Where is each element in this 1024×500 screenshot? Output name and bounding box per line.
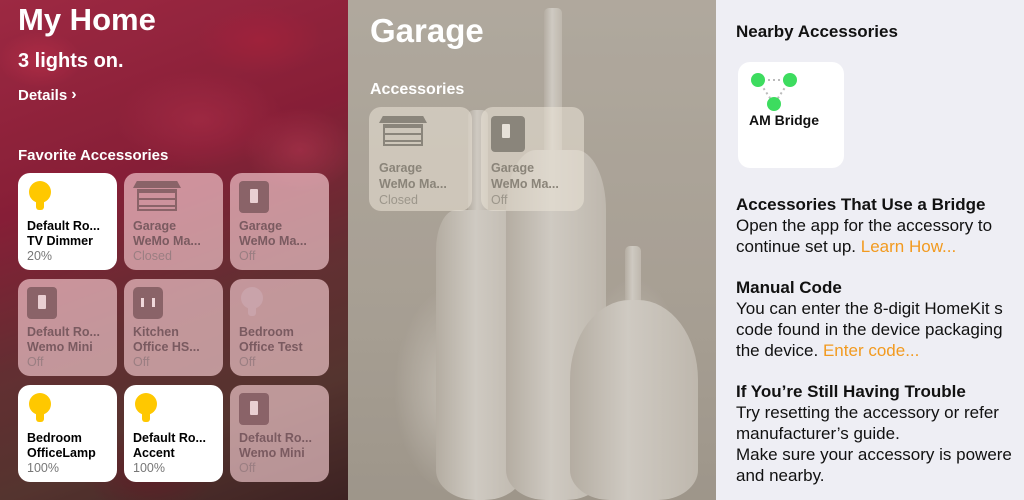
accessory-tile[interactable]: Bedroom OfficeLamp 100%: [18, 385, 117, 482]
tile-state: 100%: [133, 461, 165, 475]
nearby-accessories-title: Nearby Accessories: [736, 22, 898, 41]
tile-state: 20%: [27, 249, 53, 263]
body-text: and nearby.: [736, 466, 825, 485]
switch-icon: [239, 393, 269, 425]
am-bridge-card[interactable]: AM Bridge: [738, 62, 844, 168]
body-text: continue set up.: [736, 237, 857, 256]
section-heading: Accessories That Use a Bridge: [736, 195, 986, 214]
tile-name: Default Ro...: [27, 325, 100, 339]
accessories-heading: Accessories: [370, 81, 465, 98]
tile-name: Kitchen: [133, 325, 179, 339]
home-status-text: 3 lights on.: [18, 50, 124, 72]
tile-name-line2: WeMo Ma...: [133, 234, 201, 248]
body-text-line: the device. Enter code...: [736, 340, 1024, 361]
tile-name: Garage: [239, 219, 283, 233]
chevron-right-icon: ›: [71, 86, 77, 103]
trouble-section: If You’re Still Having Trouble Try reset…: [736, 381, 1024, 486]
accessory-tile[interactable]: Bedroom Office Test Off: [230, 279, 329, 376]
tile-name: Garage: [491, 161, 535, 175]
bulb-icon: [135, 393, 157, 422]
switch-icon: [239, 181, 269, 213]
accessory-tile[interactable]: Default Ro... Wemo Mini Off: [230, 385, 329, 482]
details-label: Details: [18, 86, 68, 104]
garage-door-icon: [133, 181, 181, 213]
tile-state: 100%: [27, 461, 59, 475]
accessory-tile[interactable]: Default Ro... Accent 100%: [124, 385, 223, 482]
enter-code-link[interactable]: Enter code...: [823, 341, 919, 360]
accessory-tile[interactable]: Default Ro... TV Dimmer 20%: [18, 173, 117, 270]
body-text: You can enter the 8-digit HomeKit s: [736, 299, 1003, 318]
body-text: code found in the device packaging: [736, 320, 1003, 339]
bridge-label: AM Bridge: [749, 112, 819, 128]
tile-state: Off: [239, 355, 256, 369]
my-home-panel: My Home 3 lights on. Details › Favorite …: [0, 0, 348, 500]
learn-how-link[interactable]: Learn How...: [861, 237, 956, 256]
body-text: Open the app for the accessory to: [736, 216, 993, 235]
background-overlay: [348, 0, 716, 500]
switch-icon: [491, 116, 525, 152]
room-title: Garage: [370, 12, 484, 49]
accessory-tile[interactable]: Garage WeMo Ma... Closed: [369, 107, 472, 211]
accessory-tile[interactable]: Garage WeMo Ma... Off: [230, 173, 329, 270]
tile-name-line2: Office HS...: [133, 340, 200, 354]
body-text-line: continue set up. Learn How...: [736, 236, 1024, 257]
tile-name-line2: Wemo Mini: [239, 446, 305, 460]
tile-name: Default Ro...: [239, 431, 312, 445]
tile-state: Closed: [133, 249, 172, 263]
accessory-tile[interactable]: Kitchen Office HS... Off: [124, 279, 223, 376]
tile-state: Off: [491, 193, 508, 207]
favorite-accessories-heading: Favorite Accessories: [18, 147, 169, 164]
body-text: Try resetting the accessory or refer: [736, 403, 999, 422]
garage-door-icon: [379, 116, 427, 148]
bulb-icon: [29, 181, 51, 210]
bridge-icon: [751, 73, 797, 111]
body-text: the device.: [736, 341, 819, 360]
tile-name: Garage: [133, 219, 177, 233]
tile-name-line2: Accent: [133, 446, 175, 460]
tile-state: Off: [133, 355, 150, 369]
page-title: My Home: [18, 2, 156, 37]
tile-name: Default Ro...: [133, 431, 206, 445]
garage-room-panel: Garage Accessories Garage WeMo Ma... Clo…: [348, 0, 716, 500]
tile-state: Off: [239, 249, 256, 263]
manual-code-section: Manual Code You can enter the 8-digit Ho…: [736, 277, 1024, 361]
bulb-icon: [241, 287, 263, 316]
tile-state: Off: [239, 461, 256, 475]
tile-state: Off: [27, 355, 44, 369]
tile-name-line2: Wemo Mini: [27, 340, 93, 354]
tile-name: Garage: [379, 161, 423, 175]
section-heading: If You’re Still Having Trouble: [736, 382, 966, 401]
tile-name: Default Ro...: [27, 219, 100, 233]
tile-name-line2: Office Test: [239, 340, 303, 354]
tile-name-line2: OfficeLamp: [27, 446, 96, 460]
tile-name-line2: TV Dimmer: [27, 234, 93, 248]
section-heading: Manual Code: [736, 278, 842, 297]
tile-name: Bedroom: [27, 431, 82, 445]
accessory-tile[interactable]: Default Ro... Wemo Mini Off: [18, 279, 117, 376]
tile-state: Closed: [379, 193, 418, 207]
details-link[interactable]: Details ›: [18, 86, 77, 104]
tile-name: Bedroom: [239, 325, 294, 339]
switch-icon: [27, 287, 57, 319]
outlet-icon: [133, 287, 163, 319]
tile-name-line2: WeMo Ma...: [239, 234, 307, 248]
nearby-accessories-panel: Nearby Accessories AM Bridge Accessories…: [716, 0, 1024, 500]
body-text: Make sure your accessory is powere: [736, 445, 1012, 464]
bulb-icon: [29, 393, 51, 422]
bridge-info-section: Accessories That Use a Bridge Open the a…: [736, 194, 1024, 257]
accessory-tile[interactable]: Garage WeMo Ma... Closed: [124, 173, 223, 270]
accessory-tile[interactable]: Garage WeMo Ma... Off: [481, 107, 584, 211]
tile-name-line2: WeMo Ma...: [379, 177, 447, 191]
tile-name-line2: WeMo Ma...: [491, 177, 559, 191]
body-text: manufacturer’s guide.: [736, 424, 900, 443]
